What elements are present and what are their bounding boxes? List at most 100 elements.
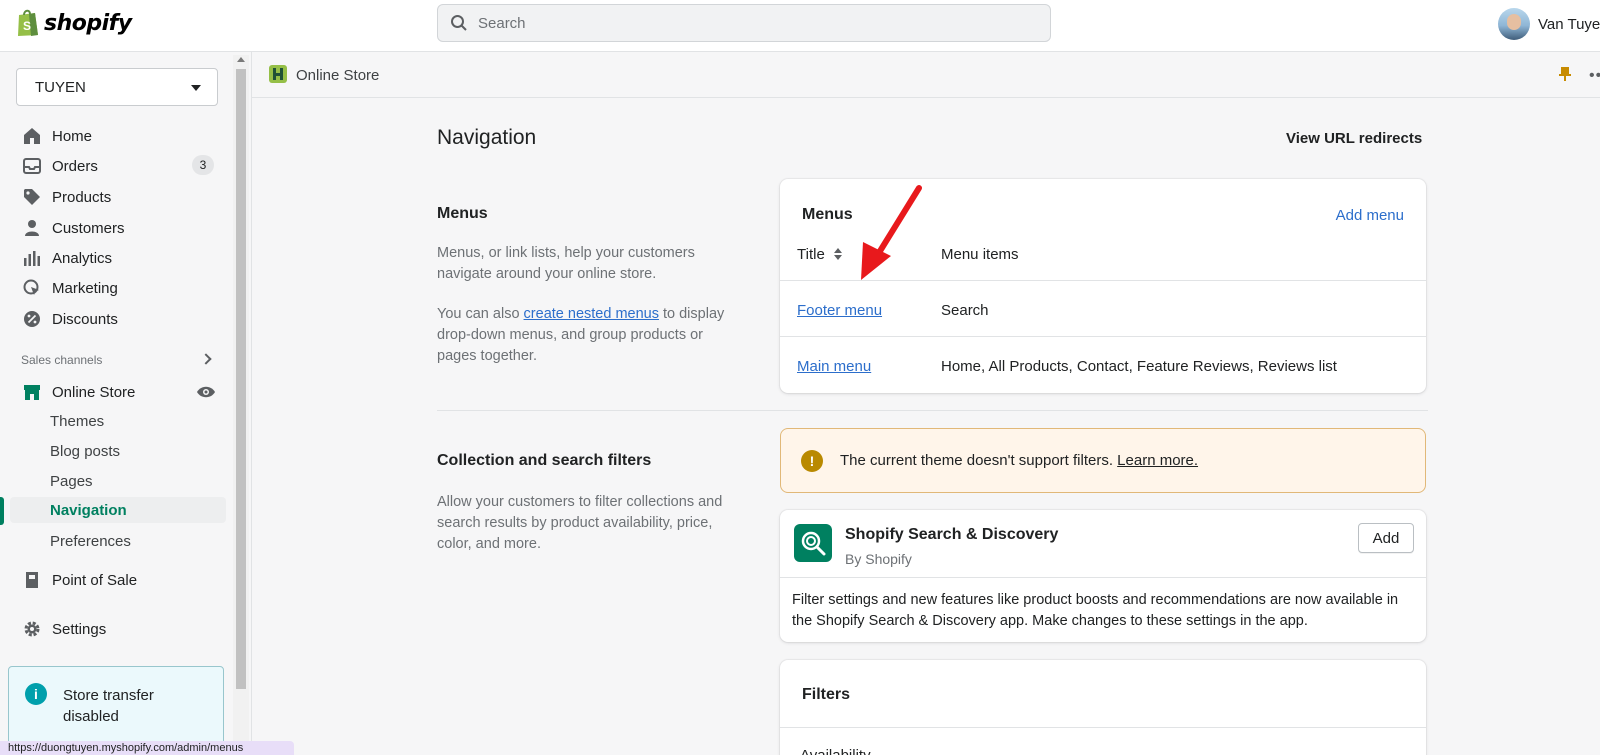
sales-channels-label: Sales channels bbox=[21, 353, 103, 367]
card-divider bbox=[780, 577, 1426, 578]
store-transfer-text: Store transfer disabled bbox=[63, 687, 154, 725]
app-name: Shopify Search & Discovery bbox=[845, 526, 1059, 543]
svg-text:S: S bbox=[23, 19, 31, 33]
sidebar-item-label: Online Store bbox=[52, 383, 136, 401]
bar-chart-icon bbox=[22, 248, 42, 268]
annotation-arrow bbox=[861, 185, 922, 280]
online-store-icon bbox=[269, 65, 287, 83]
tag-icon bbox=[22, 187, 42, 207]
nested-menus-description: You can also create nested menus to disp… bbox=[437, 304, 737, 367]
view-url-redirects-button[interactable]: View URL redirects bbox=[1286, 130, 1422, 147]
create-nested-menus-link[interactable]: create nested menus bbox=[524, 306, 659, 322]
top-bar: S shopify Search Van Tuye bbox=[0, 0, 1600, 52]
menus-section-description: Menus, or link lists, help your customer… bbox=[437, 245, 695, 282]
column-header-label: Title bbox=[797, 246, 825, 263]
menus-card-title: Menus bbox=[802, 206, 853, 223]
menu-items-cell: Search bbox=[941, 302, 989, 319]
footer-menu-link[interactable]: Footer menu bbox=[797, 302, 882, 319]
target-icon bbox=[22, 278, 42, 298]
user-name: Van Tuye bbox=[1538, 15, 1600, 33]
search-discovery-card: Shopify Search & Discovery By Shopify Ad… bbox=[780, 510, 1426, 642]
sidebar-scrollbar[interactable] bbox=[233, 55, 249, 755]
sidebar-item-label: Point of Sale bbox=[52, 571, 138, 589]
add-app-button[interactable]: Add bbox=[1358, 523, 1414, 553]
scroll-up-arrow-icon[interactable] bbox=[237, 57, 245, 62]
menu-items-cell: Home, All Products, Contact, Feature Rev… bbox=[941, 358, 1337, 375]
sidebar-item-point-of-sale[interactable]: Point of Sale bbox=[14, 565, 228, 595]
warning-icon: ! bbox=[801, 450, 823, 472]
page-title: Navigation bbox=[437, 126, 537, 149]
orders-count-badge: 3 bbox=[192, 155, 214, 175]
filters-section-description: Allow your customers to filter collectio… bbox=[437, 494, 723, 552]
sidebar-item-discounts[interactable]: Discounts bbox=[14, 304, 228, 334]
title-column-header[interactable]: Title bbox=[797, 246, 843, 263]
warning-message: The current theme doesn't support filter… bbox=[840, 452, 1118, 469]
filters-card-title: Filters bbox=[802, 686, 851, 703]
shopify-logo[interactable]: S shopify bbox=[16, 8, 132, 38]
store-icon bbox=[22, 382, 42, 402]
gear-icon bbox=[22, 619, 42, 639]
sidebar-item-navigation[interactable]: Navigation bbox=[10, 497, 226, 523]
sidebar-item-home[interactable]: Home bbox=[14, 121, 228, 151]
desc-text: You can also bbox=[437, 306, 524, 322]
magnifier-icon bbox=[801, 531, 826, 556]
section-divider bbox=[437, 410, 1428, 411]
pos-icon bbox=[22, 570, 42, 590]
active-indicator bbox=[0, 497, 4, 525]
search-placeholder: Search bbox=[478, 14, 526, 32]
sidebar-item-settings[interactable]: Settings bbox=[14, 614, 228, 644]
sidebar-item-analytics[interactable]: Analytics bbox=[14, 243, 228, 273]
menus-section-heading: Menus bbox=[437, 205, 488, 222]
info-icon: i bbox=[25, 683, 47, 705]
search-input[interactable]: Search bbox=[437, 4, 1051, 42]
user-menu[interactable]: Van Tuye bbox=[1498, 8, 1600, 40]
discount-icon bbox=[22, 309, 42, 329]
sort-icon bbox=[833, 248, 842, 260]
more-options-icon[interactable]: ••• bbox=[1589, 67, 1600, 85]
store-name: TUYEN bbox=[35, 78, 86, 96]
sidebar-item-blog-posts[interactable]: Blog posts bbox=[50, 438, 120, 464]
sidebar-item-label: Settings bbox=[52, 620, 107, 638]
add-menu-button[interactable]: Add menu bbox=[1336, 207, 1404, 224]
shopify-bag-icon: S bbox=[18, 9, 38, 36]
learn-more-link[interactable]: Learn more. bbox=[1117, 452, 1198, 469]
sidebar-item-pages[interactable]: Pages bbox=[50, 468, 93, 494]
main-menu-link[interactable]: Main menu bbox=[797, 358, 871, 375]
eye-icon[interactable] bbox=[196, 385, 216, 399]
orders-icon bbox=[22, 156, 42, 176]
sidebar: TUYEN Home Orders 3 Products Customers A… bbox=[0, 52, 232, 755]
sidebar-item-label: Orders bbox=[52, 157, 98, 175]
sidebar-item-themes[interactable]: Themes bbox=[50, 408, 104, 434]
card-divider bbox=[780, 727, 1426, 728]
sidebar-item-online-store[interactable]: Online Store bbox=[14, 377, 228, 407]
person-icon bbox=[22, 218, 42, 238]
availability-filter-label: Availability bbox=[800, 747, 871, 755]
sidebar-item-preferences[interactable]: Preferences bbox=[50, 528, 131, 554]
warning-text: The current theme doesn't support filter… bbox=[840, 452, 1198, 469]
sidebar-item-label: Analytics bbox=[52, 249, 113, 267]
pin-icon[interactable] bbox=[1558, 66, 1572, 82]
sidebar-item-label: Discounts bbox=[52, 310, 118, 328]
app-description: Filter settings and new features like pr… bbox=[792, 592, 1399, 629]
scrollbar-thumb[interactable] bbox=[236, 69, 246, 689]
filters-section-heading: Collection and search filters bbox=[437, 452, 652, 469]
store-selector[interactable]: TUYEN bbox=[16, 68, 218, 106]
sidebar-item-orders[interactable]: Orders 3 bbox=[14, 151, 228, 181]
channel-header: Online Store ••• bbox=[252, 52, 1600, 98]
filters-card: Filters Availability bbox=[780, 660, 1426, 755]
sidebar-item-label: Home bbox=[52, 127, 93, 145]
status-bar-url: https://duongtuyen.myshopify.com/admin/m… bbox=[0, 741, 294, 755]
chevron-right-icon[interactable] bbox=[200, 353, 212, 365]
sidebar-item-label: Customers bbox=[52, 219, 125, 237]
sidebar-item-customers[interactable]: Customers bbox=[14, 213, 228, 243]
sidebar-item-label: Marketing bbox=[52, 279, 118, 297]
sidebar-item-marketing[interactable]: Marketing bbox=[14, 273, 228, 303]
menu-items-column-header: Menu items bbox=[941, 246, 1019, 263]
row-divider bbox=[780, 336, 1426, 337]
sidebar-item-products[interactable]: Products bbox=[14, 182, 228, 212]
app-publisher: By Shopify bbox=[845, 551, 912, 567]
home-icon bbox=[22, 126, 42, 146]
search-icon bbox=[451, 15, 467, 31]
sidebar-item-label: Products bbox=[52, 188, 112, 206]
search-discovery-app-icon bbox=[794, 524, 832, 562]
